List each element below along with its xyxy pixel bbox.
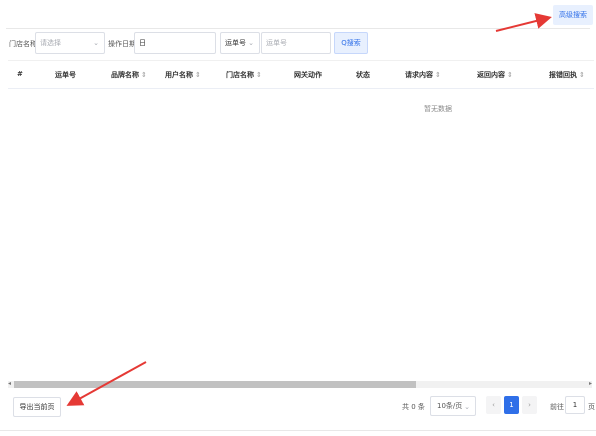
scroll-right-icon[interactable]: ▸ — [589, 380, 592, 387]
page-1-button[interactable]: 1 — [504, 396, 519, 414]
column-header-user[interactable]: 用户名称 ⇕ — [165, 70, 201, 80]
scroll-left-icon[interactable]: ◂ — [8, 380, 11, 387]
column-header-index[interactable]: # — [17, 70, 23, 78]
column-header-brand[interactable]: 品牌名称 ⇕ — [111, 70, 147, 80]
column-header-response[interactable]: 返回内容 ⇕ — [477, 70, 513, 80]
sort-icon: ⇕ — [507, 71, 513, 79]
total-count: 共 0 条 — [402, 403, 425, 411]
store-select[interactable]: 请选择 ⌄ — [35, 32, 105, 54]
chevron-down-icon: ⌄ — [464, 403, 470, 411]
date-input[interactable]: 日 — [134, 32, 216, 54]
empty-state-text: 暂无数据 — [424, 105, 452, 113]
waybill-placeholder: 运单号 — [266, 39, 287, 47]
column-header-gateway-action[interactable]: 网关动作 — [294, 70, 322, 80]
bottom-divider — [0, 430, 596, 431]
sort-icon: ⇕ — [256, 71, 262, 79]
column-header-waybill[interactable]: 运单号 — [55, 70, 76, 80]
data-table: # 运单号 品牌名称 ⇕ 用户名称 ⇕ 门店名称 ⇕ 网关动作 状态 请求内容 ⇕ 返回… — [8, 60, 594, 382]
table-header: # 运单号 品牌名称 ⇕ 用户名称 ⇕ 门店名称 ⇕ 网关动作 状态 请求内容 ⇕ 返回… — [8, 61, 594, 89]
sort-icon: ⇕ — [141, 71, 147, 79]
sort-icon: ⇕ — [435, 71, 441, 79]
export-current-page-button[interactable]: 导出当前页 — [13, 397, 61, 417]
top-divider — [6, 28, 590, 29]
column-header-request[interactable]: 请求内容 ⇕ — [405, 70, 441, 80]
date-value: 日 — [139, 39, 146, 47]
goto-unit: 页 — [588, 403, 595, 411]
goto-label: 前往 — [550, 403, 564, 411]
page: 高级搜索 门店名称: 请选择 ⌄ 操作日期: 日 运单号 ⌄ 运单号 Q搜索 #… — [0, 0, 596, 436]
column-header-store[interactable]: 门店名称 ⇕ — [226, 70, 262, 80]
chevron-down-icon: ⌄ — [248, 39, 254, 47]
store-placeholder: 请选择 — [40, 39, 61, 47]
sort-icon: ⇕ — [579, 71, 585, 79]
page-size-select[interactable]: 10条/页 ⌄ — [430, 396, 476, 416]
page-size-value: 10条/页 — [437, 402, 463, 410]
prev-page-button[interactable]: ‹ — [486, 396, 501, 414]
scrollbar-thumb[interactable] — [14, 381, 416, 388]
annotation-arrow-icon — [495, 13, 552, 32]
sort-icon: ⇕ — [195, 71, 201, 79]
search-button[interactable]: Q搜索 — [334, 32, 368, 54]
chevron-down-icon: ⌄ — [93, 39, 99, 47]
column-header-status[interactable]: 状态 — [356, 70, 370, 80]
column-header-error[interactable]: 报错回执 ⇕ — [549, 70, 585, 80]
goto-page-input[interactable]: 1 — [565, 396, 585, 414]
advanced-search-button[interactable]: 高级搜索 — [553, 5, 593, 25]
horizontal-scrollbar[interactable]: ◂ ▸ — [8, 380, 592, 388]
waybill-input[interactable]: 运单号 — [261, 32, 331, 54]
waybill-type-select[interactable]: 运单号 ⌄ — [220, 32, 260, 54]
waybill-type-value: 运单号 — [225, 39, 246, 47]
next-page-button[interactable]: › — [522, 396, 537, 414]
